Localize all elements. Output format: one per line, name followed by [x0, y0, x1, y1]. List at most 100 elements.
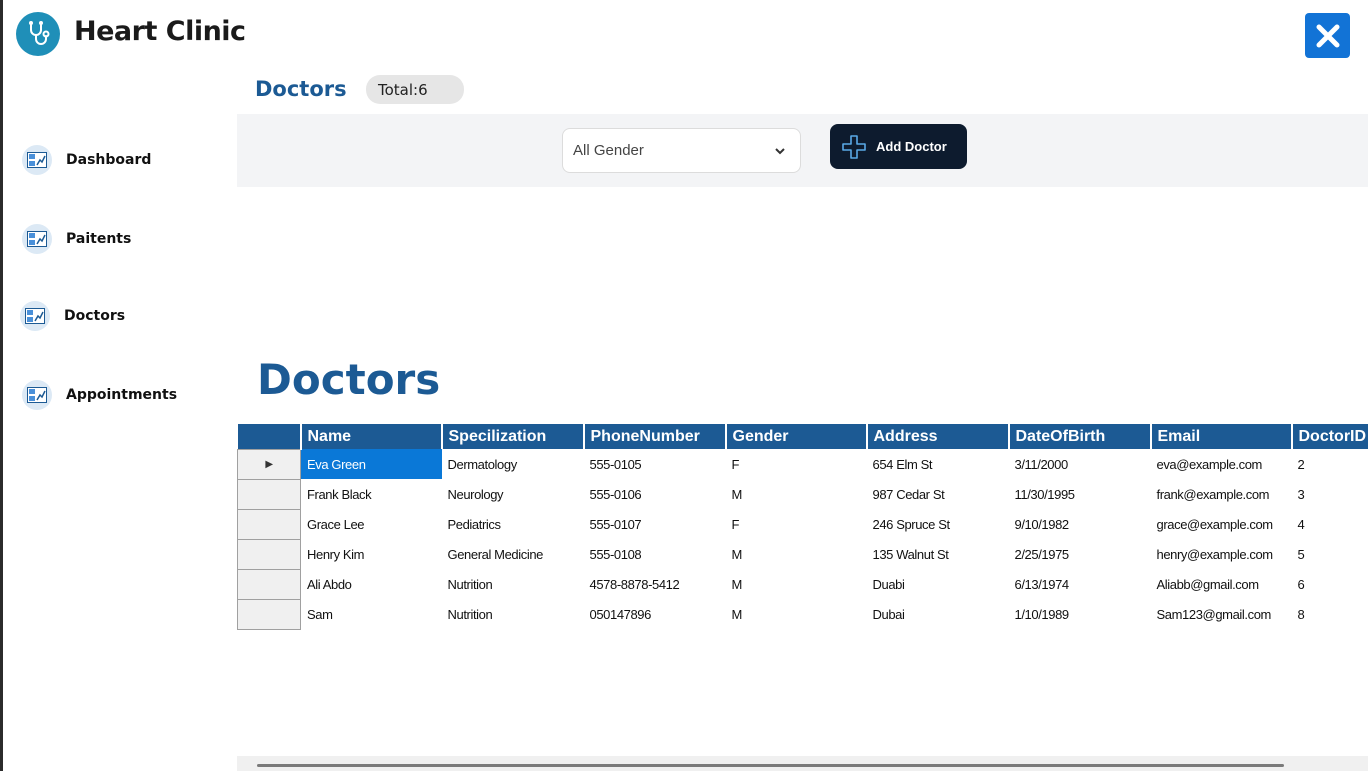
table-cell[interactable]: Dermatology [442, 449, 584, 479]
table-cell[interactable]: 555-0108 [584, 539, 726, 569]
table-row[interactable]: Grace Lee Pediatrics 555-0107 F 246 Spru… [237, 508, 1368, 540]
plus-icon [842, 134, 866, 159]
table-cell[interactable]: 5 [1292, 539, 1368, 569]
column-header[interactable]: Specilization [440, 424, 584, 449]
table-cell[interactable]: Nutrition [442, 599, 584, 629]
chevron-down-icon [775, 147, 785, 154]
column-header[interactable]: DoctorID [1290, 424, 1368, 449]
table-row[interactable]: ▶ Eva Green Dermatology 555-0105 F 654 E… [237, 448, 1368, 480]
table-cell[interactable]: M [726, 599, 867, 629]
table-cell[interactable]: 4 [1292, 509, 1368, 539]
table-cell[interactable]: General Medicine [442, 539, 584, 569]
table-cell[interactable]: Pediatrics [442, 509, 584, 539]
table-cell[interactable]: henry@example.com [1151, 539, 1292, 569]
sidebar-item-label: Doctors [64, 308, 126, 324]
table-cell[interactable]: 654 Elm St [867, 449, 1009, 479]
window-edge [0, 0, 3, 771]
column-header[interactable]: PhoneNumber [582, 424, 726, 449]
dashboard-icon [22, 224, 52, 254]
sidebar-item-paitents[interactable]: Paitents [22, 224, 131, 254]
dashboard-icon [20, 301, 50, 331]
table-cell[interactable]: Neurology [442, 479, 584, 509]
table-cell[interactable]: M [726, 479, 867, 509]
total-badge: Total:6 [366, 75, 464, 104]
table-cell[interactable]: 050147896 [584, 599, 726, 629]
table-cell[interactable]: Grace Lee [301, 509, 442, 539]
table-cell[interactable]: Sam [301, 599, 442, 629]
gender-select-value: All Gender [573, 142, 644, 159]
scrollbar-thumb[interactable] [257, 764, 1284, 767]
grid-header-row: Name Specilization PhoneNumber Gender Ad… [237, 424, 1368, 449]
table-cell[interactable]: 246 Spruce St [867, 509, 1009, 539]
sidebar-item-label: Dashboard [66, 152, 152, 168]
table-cell[interactable]: 6/13/1974 [1009, 569, 1151, 599]
row-selector[interactable] [237, 568, 301, 600]
sidebar-item-dashboard[interactable]: Dashboard [22, 145, 151, 175]
row-selector[interactable]: ▶ [237, 448, 301, 480]
table-cell[interactable]: Frank Black [301, 479, 442, 509]
add-doctor-label: Add Doctor [876, 139, 947, 154]
table-cell[interactable]: 2/25/1975 [1009, 539, 1151, 569]
table-cell[interactable]: 555-0106 [584, 479, 726, 509]
current-row-arrow-icon: ▶ [265, 458, 273, 470]
table-cell[interactable]: 555-0105 [584, 449, 726, 479]
dashboard-icon [22, 380, 52, 410]
table-cell[interactable]: 8 [1292, 599, 1368, 629]
table-cell[interactable]: 3 [1292, 479, 1368, 509]
table-cell[interactable]: 6 [1292, 569, 1368, 599]
table-row[interactable]: Sam Nutrition 050147896 M Dubai 1/10/198… [237, 598, 1368, 630]
table-cell[interactable]: 135 Walnut St [867, 539, 1009, 569]
table-cell[interactable]: 2 [1292, 449, 1368, 479]
table-cell[interactable]: F [726, 509, 867, 539]
column-header[interactable]: Name [299, 424, 442, 449]
column-header[interactable]: Email [1149, 424, 1292, 449]
column-header[interactable]: DateOfBirth [1007, 424, 1151, 449]
table-cell[interactable]: F [726, 449, 867, 479]
row-selector[interactable] [237, 598, 301, 630]
table-cell[interactable]: 3/11/2000 [1009, 449, 1151, 479]
row-header-corner [237, 424, 301, 449]
column-header[interactable]: Address [865, 424, 1009, 449]
sidebar-item-appointments[interactable]: Appointments [22, 380, 177, 410]
close-icon [1316, 24, 1339, 47]
stethoscope-icon [16, 12, 60, 56]
table-cell[interactable]: 1/10/1989 [1009, 599, 1151, 629]
section-title: Doctors [255, 77, 347, 101]
page-title: Doctors [257, 355, 441, 404]
table-cell[interactable]: Aliabb@gmail.com [1151, 569, 1292, 599]
sidebar-item-label: Paitents [66, 231, 132, 247]
table-cell[interactable]: Dubai [867, 599, 1009, 629]
table-cell[interactable]: 9/10/1982 [1009, 509, 1151, 539]
dashboard-icon [22, 145, 52, 175]
table-cell[interactable]: Eva Green [300, 449, 442, 479]
table-cell[interactable]: Duabi [867, 569, 1009, 599]
table-cell[interactable]: Henry Kim [301, 539, 442, 569]
table-cell[interactable]: Sam123@gmail.com [1151, 599, 1292, 629]
gender-select[interactable]: All Gender [562, 128, 801, 173]
doctors-grid[interactable]: Name Specilization PhoneNumber Gender Ad… [237, 424, 1368, 630]
close-button[interactable] [1305, 13, 1350, 58]
row-selector[interactable] [237, 508, 301, 540]
row-selector[interactable] [237, 478, 301, 510]
table-row[interactable]: Henry Kim General Medicine 555-0108 M 13… [237, 538, 1368, 570]
row-selector[interactable] [237, 538, 301, 570]
table-cell[interactable]: Nutrition [442, 569, 584, 599]
table-cell[interactable]: 11/30/1995 [1009, 479, 1151, 509]
table-cell[interactable]: frank@example.com [1151, 479, 1292, 509]
add-doctor-button[interactable]: Add Doctor [830, 124, 967, 169]
table-row[interactable]: Ali Abdo Nutrition 4578-8878-5412 M Duab… [237, 568, 1368, 600]
table-cell[interactable]: M [726, 569, 867, 599]
sidebar-item-doctors[interactable]: Doctors [20, 301, 125, 331]
table-cell[interactable]: grace@example.com [1151, 509, 1292, 539]
table-cell[interactable]: 555-0107 [584, 509, 726, 539]
column-header[interactable]: Gender [724, 424, 867, 449]
table-row[interactable]: Frank Black Neurology 555-0106 M 987 Ced… [237, 478, 1368, 510]
table-cell[interactable]: 987 Cedar St [867, 479, 1009, 509]
table-cell[interactable]: Ali Abdo [301, 569, 442, 599]
sidebar-item-label: Appointments [66, 387, 178, 403]
horizontal-scrollbar[interactable] [237, 756, 1368, 771]
app-title: Heart Clinic [74, 16, 246, 47]
table-cell[interactable]: M [726, 539, 867, 569]
table-cell[interactable]: 4578-8878-5412 [584, 569, 726, 599]
table-cell[interactable]: eva@example.com [1151, 449, 1292, 479]
